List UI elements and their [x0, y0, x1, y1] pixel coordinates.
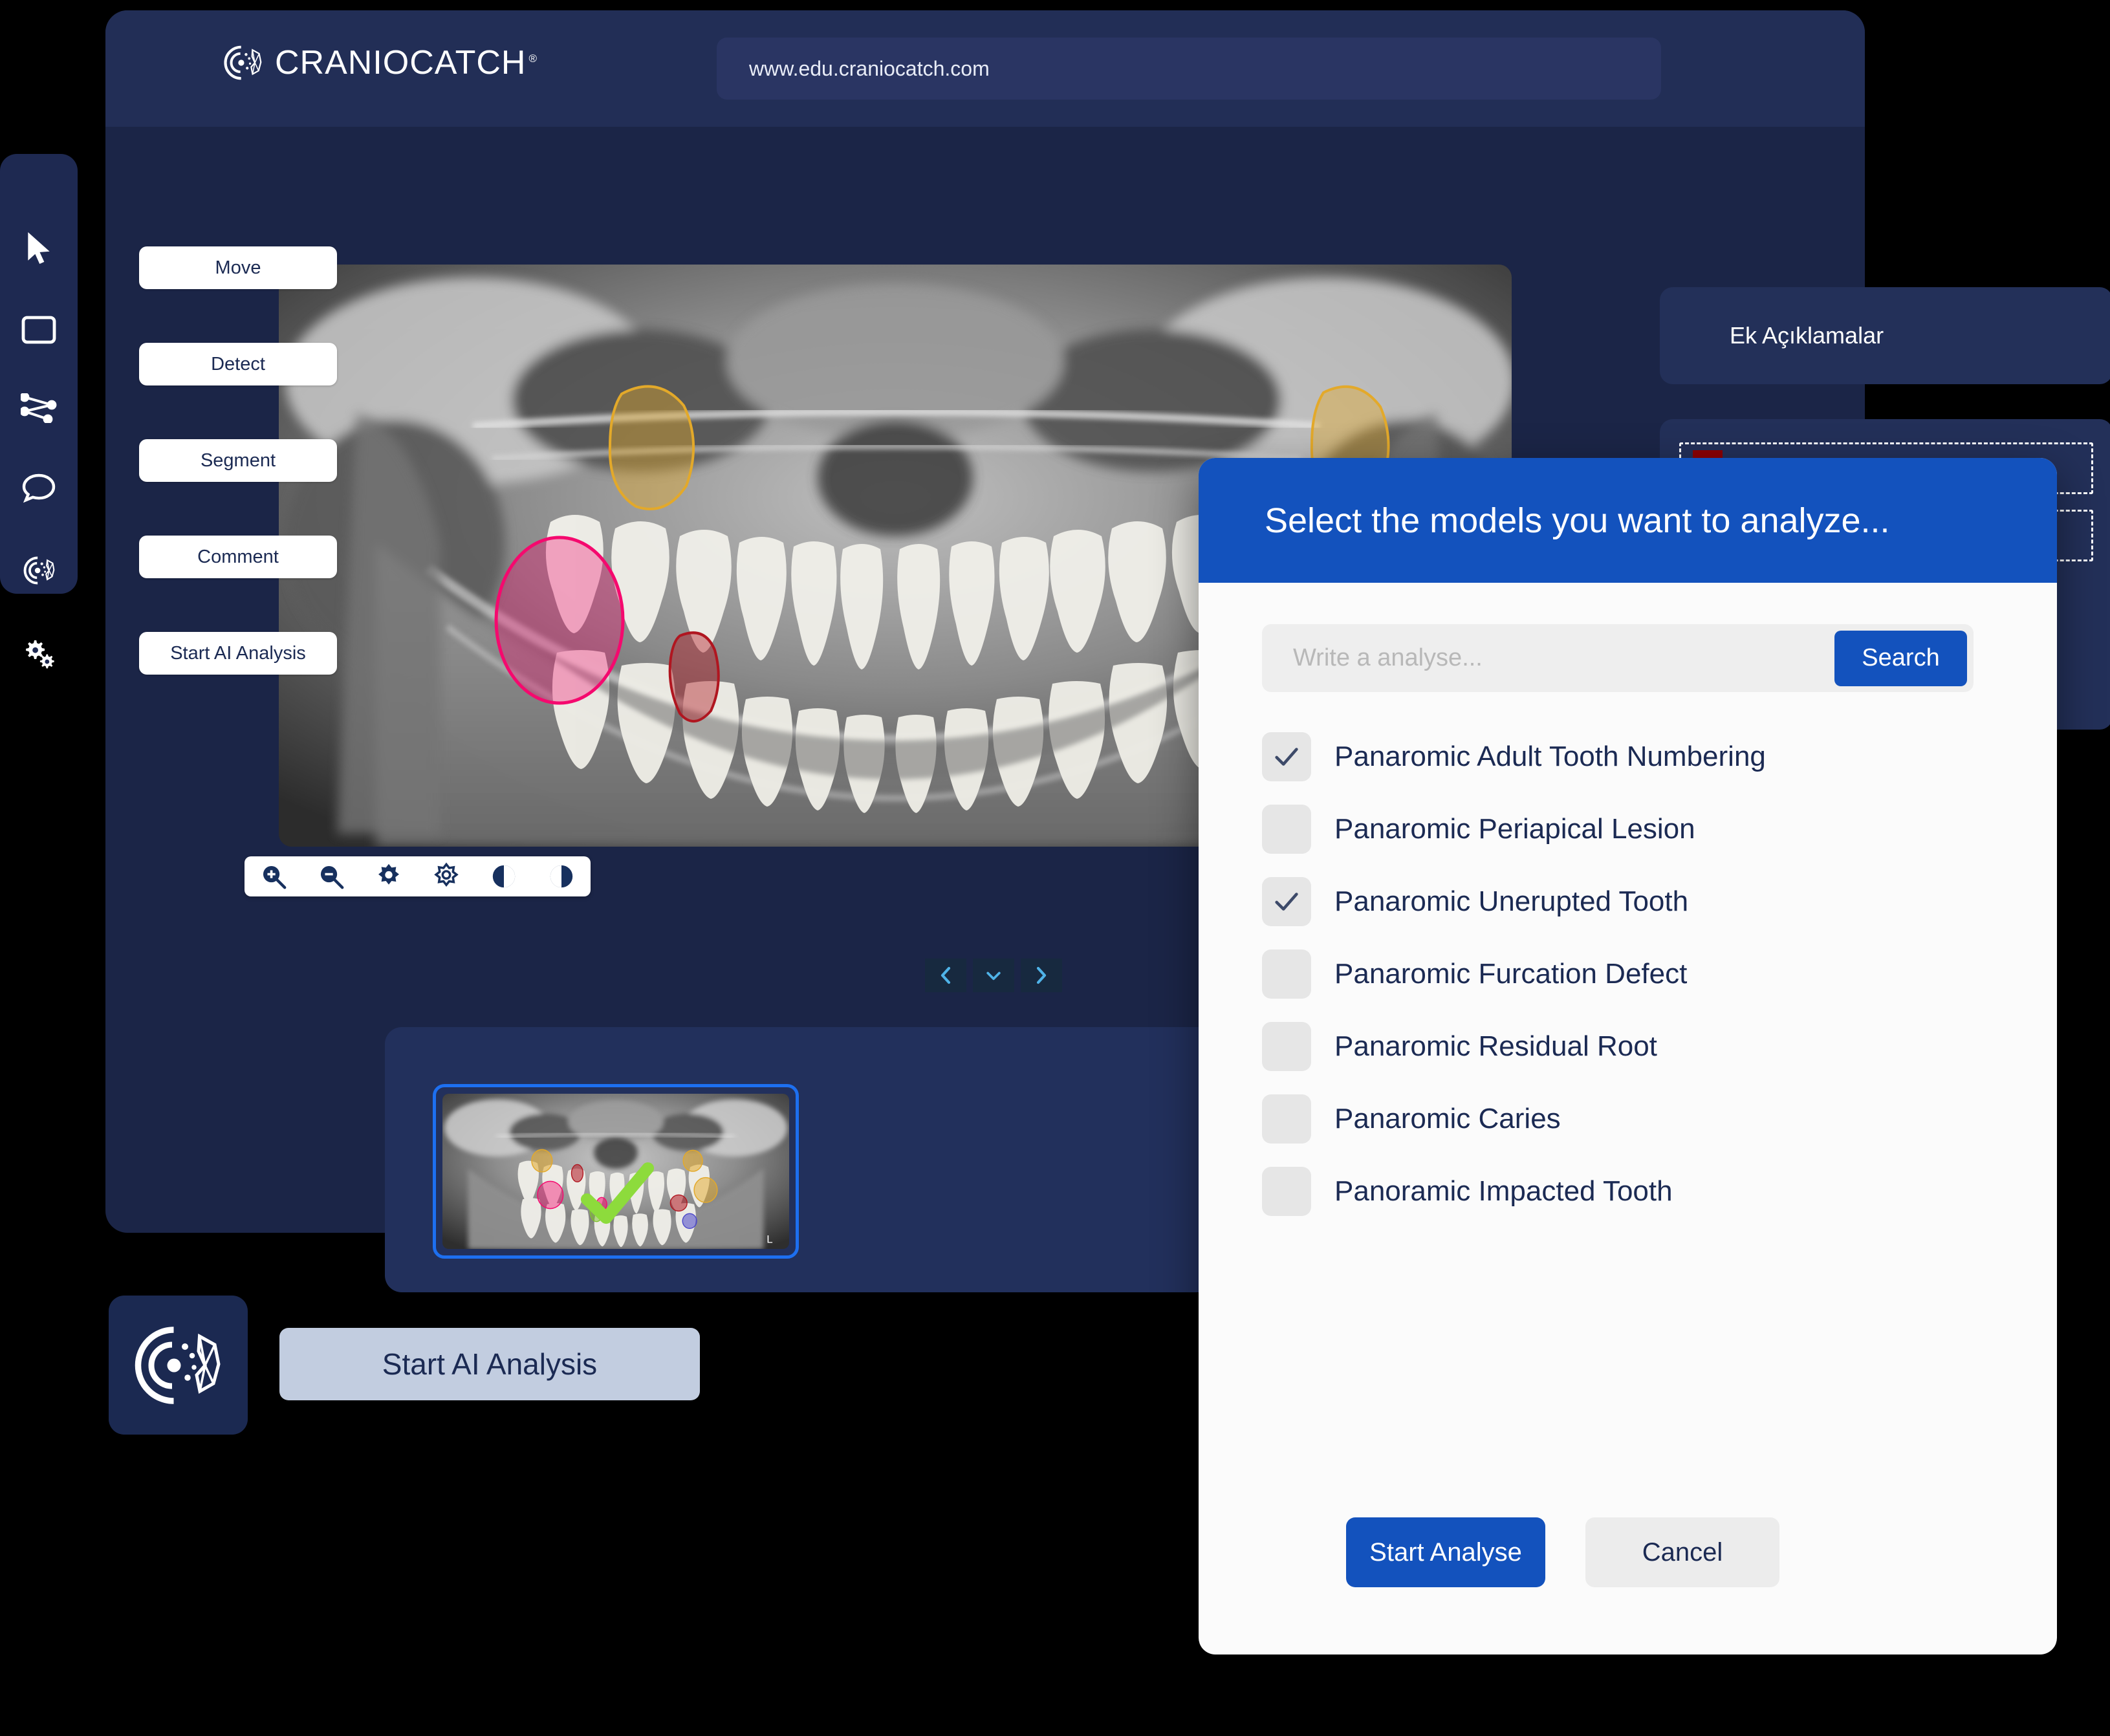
model-list-item[interactable]: Panaromic Unerupted Tooth: [1262, 865, 1994, 938]
contrast-alt-icon[interactable]: [546, 861, 577, 892]
move-button[interactable]: Move: [139, 246, 337, 289]
image-nav-row: [925, 959, 1062, 992]
checkbox-checked-icon[interactable]: [1262, 877, 1311, 926]
model-search-bar: Search: [1262, 624, 1974, 692]
modal-body: Search Panaromic Adult Tooth Numbering P…: [1199, 583, 2057, 1228]
thumbnail-image: L: [442, 1094, 789, 1249]
model-label: Panaromic Adult Tooth Numbering: [1334, 741, 1766, 772]
checkbox-unchecked-icon[interactable]: [1262, 1022, 1311, 1071]
checkbox-unchecked-icon[interactable]: [1262, 805, 1311, 854]
app-header: CRANIOCATCH ® www.edu.craniocatch.com: [105, 10, 1865, 127]
next-image-button[interactable]: [1021, 959, 1062, 992]
checkbox-checked-icon[interactable]: [1262, 732, 1311, 781]
select-models-modal: Select the models you want to analyze...…: [1199, 458, 2057, 1655]
prev-image-button[interactable]: [925, 959, 966, 992]
registered-mark: ®: [528, 52, 538, 65]
search-button[interactable]: Search: [1834, 630, 1967, 686]
model-label: Panaromic Residual Root: [1334, 1030, 1657, 1062]
model-list-item[interactable]: Panaromic Furcation Defect: [1262, 938, 1994, 1010]
checkbox-unchecked-icon[interactable]: [1262, 1094, 1311, 1144]
brightness-icon[interactable]: [373, 861, 404, 892]
svg-text:L: L: [767, 1233, 772, 1246]
model-label: Panaromic Caries: [1334, 1103, 1561, 1134]
expand-image-button[interactable]: [973, 959, 1014, 992]
cancel-button[interactable]: Cancel: [1585, 1517, 1779, 1587]
url-text: www.edu.craniocatch.com: [749, 56, 990, 80]
model-label: Panaromic Periapical Lesion: [1334, 813, 1695, 845]
start-analyse-button[interactable]: Start Analyse: [1346, 1517, 1545, 1587]
modal-header: Select the models you want to analyze...: [1199, 458, 2057, 583]
model-list-item[interactable]: Panaromic Residual Root: [1262, 1010, 1994, 1083]
model-list-item[interactable]: Panaromic Caries: [1262, 1083, 1994, 1155]
start-ai-analysis-button[interactable]: Start AI Analysis: [279, 1328, 700, 1400]
tool-button-column: Move Detect Segment Comment Start AI Ana…: [139, 246, 337, 675]
thumbnail-card[interactable]: L: [433, 1084, 799, 1259]
contrast-icon[interactable]: [488, 861, 519, 892]
comment-button[interactable]: Comment: [139, 536, 337, 578]
bottom-craniocatch-ai-icon[interactable]: [109, 1296, 248, 1435]
craniocatch-logo-icon: [222, 41, 265, 84]
search-input[interactable]: [1262, 644, 1834, 673]
model-list-item[interactable]: Panaromic Adult Tooth Numbering: [1262, 721, 1994, 793]
modal-actions: Start Analyse Cancel: [1346, 1517, 1779, 1587]
left-icon-rail: [0, 154, 78, 669]
brand-logo-group: CRANIOCATCH ®: [222, 41, 538, 84]
brand-name: CRANIOCATCH ®: [275, 44, 538, 81]
comment-bubble-icon[interactable]: [21, 472, 57, 503]
gears-icon[interactable]: [21, 638, 57, 670]
additional-notes-panel[interactable]: Ek Açıklamalar: [1660, 287, 2110, 384]
model-label: Panoramic Impacted Tooth: [1334, 1175, 1673, 1207]
checkbox-unchecked-icon[interactable]: [1262, 949, 1311, 999]
image-toolbar: [245, 856, 591, 896]
additional-notes-title: Ek Açıklamalar: [1730, 322, 1884, 349]
model-list-item[interactable]: Panaromic Periapical Lesion: [1262, 793, 1994, 865]
rectangle-icon[interactable]: [21, 316, 57, 344]
zoom-in-icon[interactable]: [258, 861, 289, 892]
zoom-out-icon[interactable]: [316, 861, 347, 892]
model-label: Panaromic Unerupted Tooth: [1334, 885, 1689, 917]
polyline-icon[interactable]: [21, 393, 57, 423]
brightness-alt-icon[interactable]: [431, 861, 462, 892]
app-root: CRANIOCATCH ® www.edu.craniocatch.com Mo…: [0, 0, 2110, 1736]
model-list-item[interactable]: Panoramic Impacted Tooth: [1262, 1155, 1994, 1228]
craniocatch-ai-icon[interactable]: [21, 552, 57, 589]
model-list: Panaromic Adult Tooth Numbering Panaromi…: [1262, 721, 1994, 1228]
start-ai-analysis-tool-button[interactable]: Start AI Analysis: [139, 632, 337, 675]
segment-button[interactable]: Segment: [139, 439, 337, 482]
modal-title: Select the models you want to analyze...: [1265, 501, 1890, 540]
cursor-arrow-icon[interactable]: [21, 230, 57, 266]
detect-button[interactable]: Detect: [139, 343, 337, 385]
url-bar[interactable]: www.edu.craniocatch.com: [717, 38, 1661, 100]
checkbox-unchecked-icon[interactable]: [1262, 1167, 1311, 1216]
model-label: Panaromic Furcation Defect: [1334, 958, 1688, 990]
